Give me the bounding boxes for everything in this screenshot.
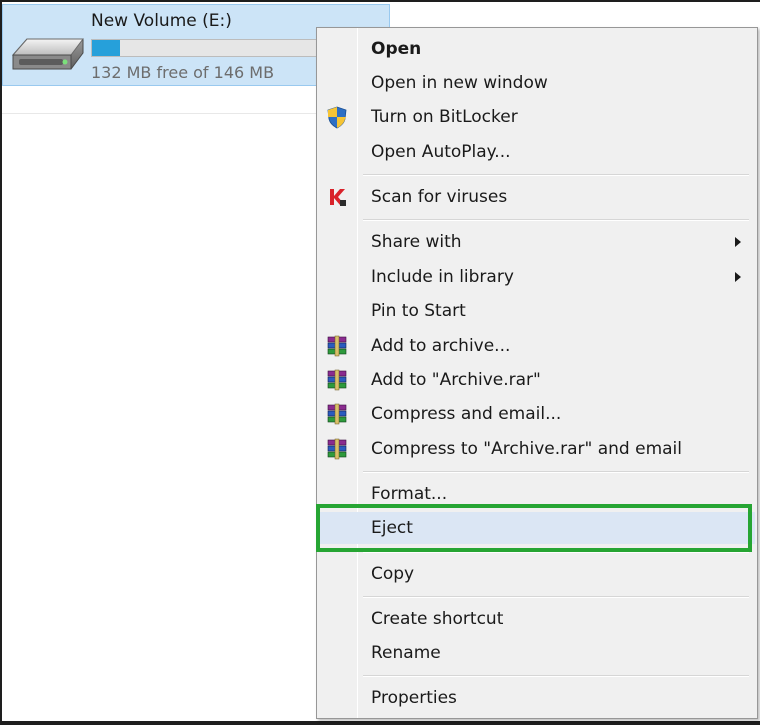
menu-item-label: Pin to Start (371, 301, 466, 321)
menu-separator (363, 675, 749, 677)
menu-item-properties[interactable]: Properties (319, 682, 755, 714)
submenu-arrow-icon (735, 272, 741, 282)
menu-item-add-to-archive-rar[interactable]: Add to "Archive.rar" (319, 364, 755, 396)
context-menu: Open Open in new window Turn on BitLocke… (316, 27, 758, 719)
menu-item-bitlocker[interactable]: Turn on BitLocker (319, 101, 755, 133)
menu-separator (363, 471, 749, 473)
menu-item-label: Rename (371, 643, 441, 663)
window-border-top (0, 0, 760, 2)
menu-item-label: Properties (371, 688, 457, 708)
menu-item-create-shortcut[interactable]: Create shortcut (319, 603, 755, 635)
eject-callout-highlight (316, 504, 752, 552)
menu-item-rename[interactable]: Rename (319, 637, 755, 669)
menu-separator (363, 174, 749, 176)
winrar-icon (327, 438, 347, 460)
menu-item-compress-email[interactable]: Compress and email... (319, 398, 755, 430)
hard-drive-icon (11, 38, 84, 70)
menu-item-label: Compress to "Archive.rar" and email (371, 439, 683, 459)
drive-name: New Volume (E:) (91, 11, 232, 31)
drive-usage-bar-fill (92, 40, 121, 56)
submenu-arrow-icon (735, 237, 741, 247)
menu-item-label: Open in new window (371, 73, 548, 93)
menu-item-label: Create shortcut (371, 609, 504, 629)
menu-item-label: Scan for viruses (371, 187, 508, 207)
menu-item-share-with[interactable]: Share with (319, 226, 755, 258)
menu-item-label: Copy (371, 564, 415, 584)
drive-free-space: 132 MB free of 146 MB (91, 63, 275, 82)
window-border-left (0, 0, 2, 725)
menu-item-label: Include in library (371, 267, 514, 287)
menu-item-scan-viruses[interactable]: Scan for viruses (319, 181, 755, 213)
menu-item-open[interactable]: Open (319, 33, 755, 65)
window-border-bottom (0, 721, 760, 725)
menu-item-label: Open (371, 39, 422, 59)
kaspersky-icon (330, 189, 346, 206)
menu-item-copy[interactable]: Copy (319, 558, 755, 590)
menu-separator (363, 596, 749, 598)
winrar-icon (327, 335, 347, 357)
menu-item-label: Open AutoPlay... (371, 142, 511, 162)
menu-item-label: Add to "Archive.rar" (371, 370, 541, 390)
menu-item-autoplay[interactable]: Open AutoPlay... (319, 136, 755, 168)
menu-item-label: Add to archive... (371, 336, 511, 356)
menu-item-label: Share with (371, 232, 462, 252)
menu-item-open-new-window[interactable]: Open in new window (319, 67, 755, 99)
menu-item-include-library[interactable]: Include in library (319, 261, 755, 293)
menu-item-label: Turn on BitLocker (371, 107, 518, 127)
shield-icon (327, 106, 347, 129)
menu-item-add-to-archive[interactable]: Add to archive... (319, 330, 755, 362)
winrar-icon (327, 369, 347, 391)
menu-item-compress-rar-email[interactable]: Compress to "Archive.rar" and email (319, 433, 755, 465)
menu-separator (363, 219, 749, 221)
menu-item-label: Compress and email... (371, 404, 562, 424)
explorer-divider (2, 113, 320, 114)
winrar-icon (327, 403, 347, 425)
menu-item-pin-to-start[interactable]: Pin to Start (319, 295, 755, 327)
